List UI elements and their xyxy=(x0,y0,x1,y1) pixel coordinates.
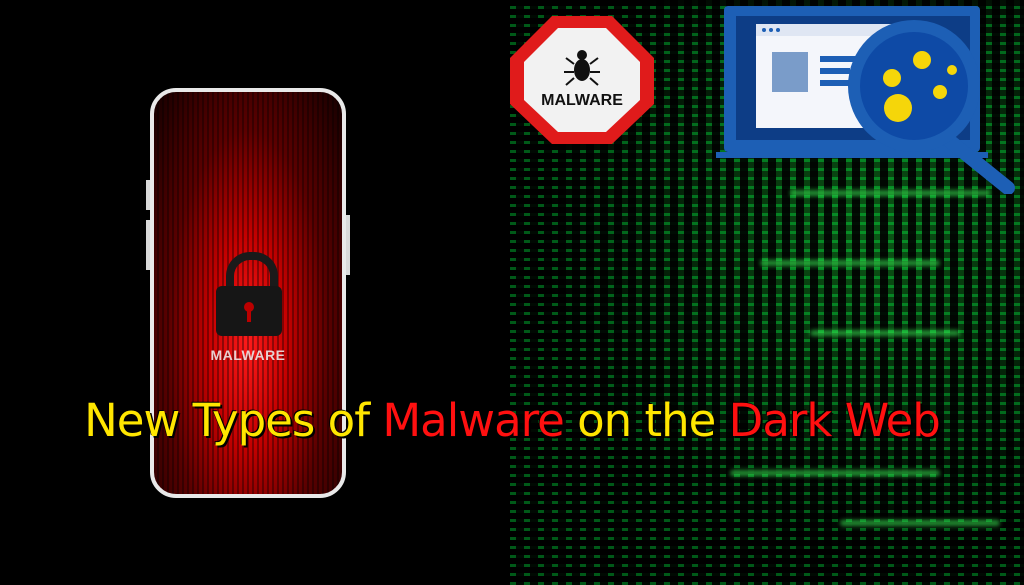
malware-badge: MALWARE xyxy=(510,16,654,144)
headline: New Types of Malware on the Dark Web xyxy=(0,394,1024,447)
phone-side-button xyxy=(346,215,350,275)
headline-dark-web: Dark Web xyxy=(728,394,941,447)
headline-part-1: New Types of xyxy=(84,394,383,447)
badge-label: MALWARE xyxy=(541,92,623,109)
phone-side-button xyxy=(146,220,150,270)
phone-side-button xyxy=(146,180,150,210)
phone-malware-label: MALWARE xyxy=(210,347,286,363)
padlock-icon xyxy=(216,252,282,338)
magnifier-icon xyxy=(848,20,1015,194)
headline-part-3: on the xyxy=(563,394,729,447)
headline-malware: Malware xyxy=(382,394,564,447)
laptop-scan-icon xyxy=(716,6,1015,194)
